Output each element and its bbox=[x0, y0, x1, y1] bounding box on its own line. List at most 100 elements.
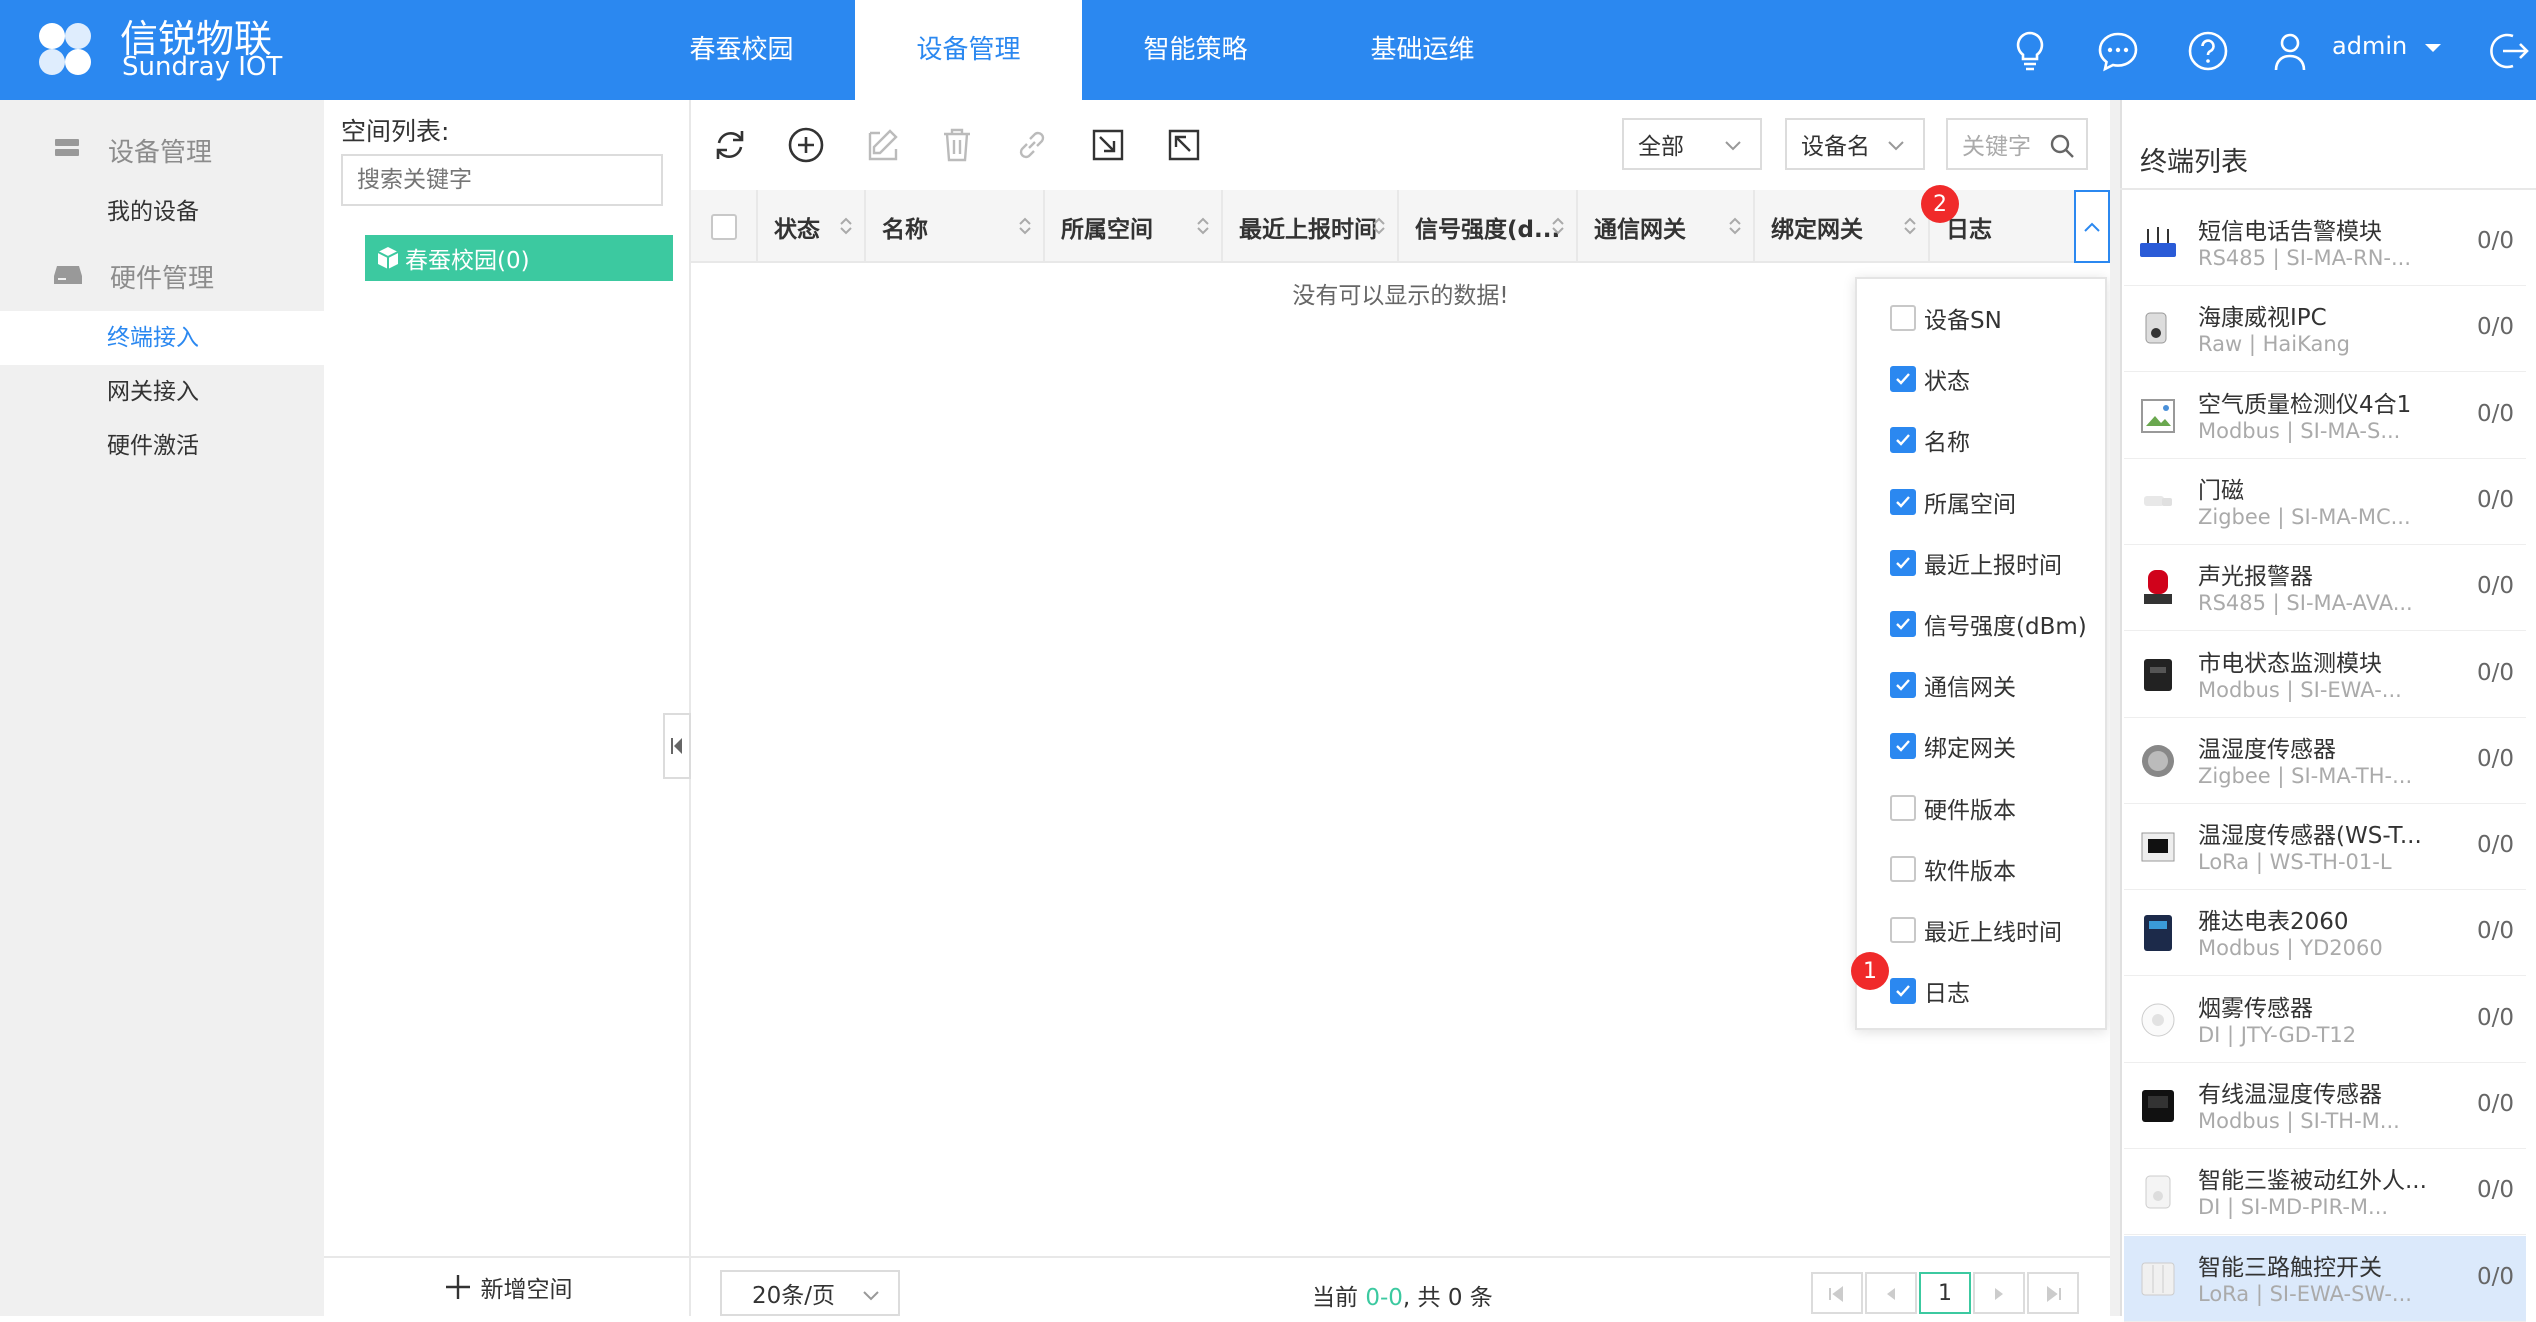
export-icon[interactable] bbox=[1162, 123, 1206, 167]
nav-item-terminal-access[interactable]: 终端接入 bbox=[0, 311, 324, 365]
page-size-select[interactable]: 20条/页 bbox=[720, 1270, 900, 1316]
user-icon[interactable] bbox=[2265, 26, 2315, 76]
column-option-checkbox[interactable] bbox=[1890, 733, 1916, 760]
column-option-checkbox[interactable] bbox=[1890, 611, 1916, 637]
status-filter-select[interactable]: 全部 bbox=[1622, 118, 1762, 170]
last-page-button[interactable] bbox=[2027, 1272, 2079, 1314]
terminal-count: 0/0 bbox=[2476, 745, 2514, 772]
terminal-name: 烟雾传感器 bbox=[2198, 995, 2313, 1022]
tab-basic-ops[interactable]: 基础运维 bbox=[1309, 0, 1536, 100]
col-header-name[interactable]: 名称 bbox=[866, 190, 1045, 263]
terminal-item[interactable]: 短信电话告警模块 RS485 | SI-MA-RN-... 0/0 bbox=[2124, 200, 2526, 286]
keyword-input[interactable]: 关键字 bbox=[1946, 118, 2088, 170]
column-option[interactable]: 通信网关 bbox=[1890, 665, 2016, 705]
hardware-icon bbox=[54, 266, 82, 284]
terminal-item[interactable]: 有线温湿度传感器 Modbus | SI-TH-M... 0/0 bbox=[2124, 1063, 2526, 1149]
delete-icon[interactable] bbox=[935, 123, 979, 167]
terminal-item[interactable]: 空气质量检测仪4合1 Modbus | SI-MA-S... 0/0 bbox=[2124, 373, 2526, 459]
space-search-input[interactable] bbox=[341, 154, 663, 206]
space-list-label: 空间列表: bbox=[341, 117, 450, 146]
column-option-checkbox[interactable] bbox=[1890, 488, 1916, 515]
terminal-protocol: Zigbee | SI-MA-MC... bbox=[2198, 504, 2411, 529]
col-header-last-report[interactable]: 最近上报时间 bbox=[1223, 190, 1399, 263]
meter-icon bbox=[2144, 915, 2172, 952]
edit-icon[interactable] bbox=[860, 123, 904, 167]
column-option[interactable]: 软件版本 bbox=[1890, 849, 2016, 889]
prev-page-button[interactable] bbox=[1865, 1272, 1917, 1314]
column-option[interactable]: 设备SN bbox=[1890, 298, 2002, 338]
nav-item-my-devices[interactable]: 我的设备 bbox=[0, 185, 324, 239]
username[interactable]: admin bbox=[2332, 32, 2407, 60]
terminal-item[interactable]: 声光报警器 RS485 | SI-MA-AVA... 0/0 bbox=[2124, 545, 2526, 632]
column-option-checkbox[interactable] bbox=[1890, 427, 1916, 454]
caret-down-icon[interactable] bbox=[2422, 40, 2444, 56]
column-option-checkbox[interactable] bbox=[1890, 917, 1916, 943]
terminal-item[interactable]: 烟雾传感器 DI | JTY-GD-T12 0/0 bbox=[2124, 977, 2526, 1063]
column-option-checkbox[interactable] bbox=[1890, 305, 1916, 331]
logout-icon[interactable] bbox=[2483, 26, 2533, 76]
next-page-button[interactable] bbox=[1973, 1272, 2025, 1314]
current-page-input[interactable]: 1 bbox=[1919, 1272, 1971, 1314]
add-space-label: 新增空间 bbox=[480, 1277, 573, 1303]
refresh-icon[interactable] bbox=[708, 123, 752, 167]
column-option[interactable]: 日志 bbox=[1890, 971, 1970, 1011]
summary-range: 0-0 bbox=[1365, 1285, 1403, 1311]
tab-device-management[interactable]: 设备管理 bbox=[855, 0, 1082, 100]
column-option[interactable]: 名称 bbox=[1890, 420, 1970, 460]
search-icon[interactable] bbox=[2048, 132, 2076, 160]
terminal-item[interactable]: 门磁 Zigbee | SI-MA-MC... 0/0 bbox=[2124, 459, 2526, 545]
chat-icon[interactable] bbox=[2093, 26, 2143, 76]
tree-node-campus[interactable]: 春蚕校园(0) bbox=[365, 235, 673, 281]
column-option[interactable]: 信号强度(dBm) bbox=[1890, 604, 2087, 644]
terminal-item[interactable]: 智能三鉴被动红外人... DI | SI-MD-PIR-M... 0/0 bbox=[2124, 1149, 2526, 1236]
help-icon[interactable] bbox=[2183, 26, 2233, 76]
bulb-icon[interactable] bbox=[2005, 26, 2055, 76]
column-toggle-button[interactable] bbox=[2074, 190, 2110, 263]
tab-campus[interactable]: 春蚕校园 bbox=[628, 0, 855, 100]
door-sensor-icon bbox=[2144, 495, 2172, 506]
terminal-item[interactable]: 温湿度传感器(WS-T... LoRa | WS-TH-01-L 0/0 bbox=[2124, 804, 2526, 891]
col-header-comm-gateway[interactable]: 通信网关 bbox=[1578, 190, 1755, 263]
add-space-button[interactable]: 新增空间 bbox=[324, 1256, 691, 1316]
terminal-item[interactable]: 智能三路触控开关 LoRa | SI-EWA-SW-... 0/0 bbox=[2124, 1235, 2526, 1322]
column-option[interactable]: 硬件版本 bbox=[1890, 788, 2016, 828]
col-header-space[interactable]: 所属空间 bbox=[1045, 190, 1223, 263]
field-filter-select[interactable]: 设备名 bbox=[1785, 118, 1925, 170]
add-icon[interactable] bbox=[784, 123, 828, 167]
column-option[interactable]: 状态 bbox=[1890, 359, 1970, 399]
col-header-status[interactable]: 状态 bbox=[758, 190, 866, 263]
link-icon[interactable] bbox=[1010, 123, 1054, 167]
import-icon[interactable] bbox=[1086, 123, 1130, 167]
nav-item-gateway-access[interactable]: 网关接入 bbox=[0, 365, 324, 419]
col-header-signal[interactable]: 信号强度(d... bbox=[1399, 190, 1578, 263]
nav-item-hardware-activation[interactable]: 硬件激活 bbox=[0, 419, 324, 473]
terminal-protocol: Modbus | YD2060 bbox=[2198, 936, 2383, 961]
select-all-checkbox[interactable] bbox=[711, 213, 737, 240]
column-option[interactable]: 最近上线时间 bbox=[1890, 910, 2062, 950]
terminal-item[interactable]: 温湿度传感器 Zigbee | SI-MA-TH-... 0/0 bbox=[2124, 718, 2526, 804]
panel-divider[interactable] bbox=[2110, 100, 2120, 1316]
column-option-checkbox[interactable] bbox=[1890, 672, 1916, 699]
column-option-checkbox[interactable] bbox=[1890, 855, 1916, 882]
router-icon bbox=[2140, 227, 2176, 257]
tab-smart-strategy[interactable]: 智能策略 bbox=[1082, 0, 1309, 100]
column-option[interactable]: 绑定网关 bbox=[1890, 726, 2016, 766]
terminal-name: 温湿度传感器 bbox=[2198, 736, 2336, 763]
terminal-item[interactable]: 海康威视IPC Raw | HaiKang 0/0 bbox=[2124, 286, 2526, 373]
terminal-protocol: DI | SI-MD-PIR-M... bbox=[2198, 1195, 2389, 1220]
column-option-label: 绑定网关 bbox=[1924, 736, 2016, 763]
collapse-panel-button[interactable] bbox=[663, 713, 691, 779]
column-option-checkbox[interactable] bbox=[1890, 794, 1916, 821]
brand-logo[interactable]: 信锐物联 Sundray IOT bbox=[30, 8, 290, 92]
column-option-checkbox[interactable] bbox=[1890, 549, 1916, 576]
terminal-item[interactable]: 雅达电表2060 Modbus | YD2060 0/0 bbox=[2124, 890, 2526, 977]
terminal-count: 0/0 bbox=[2476, 659, 2514, 686]
column-option[interactable]: 所属空间 bbox=[1890, 482, 2016, 522]
first-page-button[interactable] bbox=[1811, 1272, 1863, 1314]
column-option-checkbox[interactable] bbox=[1890, 366, 1916, 393]
column-option-checkbox[interactable] bbox=[1890, 978, 1916, 1005]
column-option[interactable]: 最近上报时间 bbox=[1890, 543, 2062, 583]
terminal-name: 有线温湿度传感器 bbox=[2198, 1082, 2382, 1108]
col-header-bind-gateway[interactable]: 绑定网关 bbox=[1755, 190, 1930, 263]
terminal-item[interactable]: 市电状态监测模块 Modbus | SI-EWA-... 0/0 bbox=[2124, 632, 2526, 718]
